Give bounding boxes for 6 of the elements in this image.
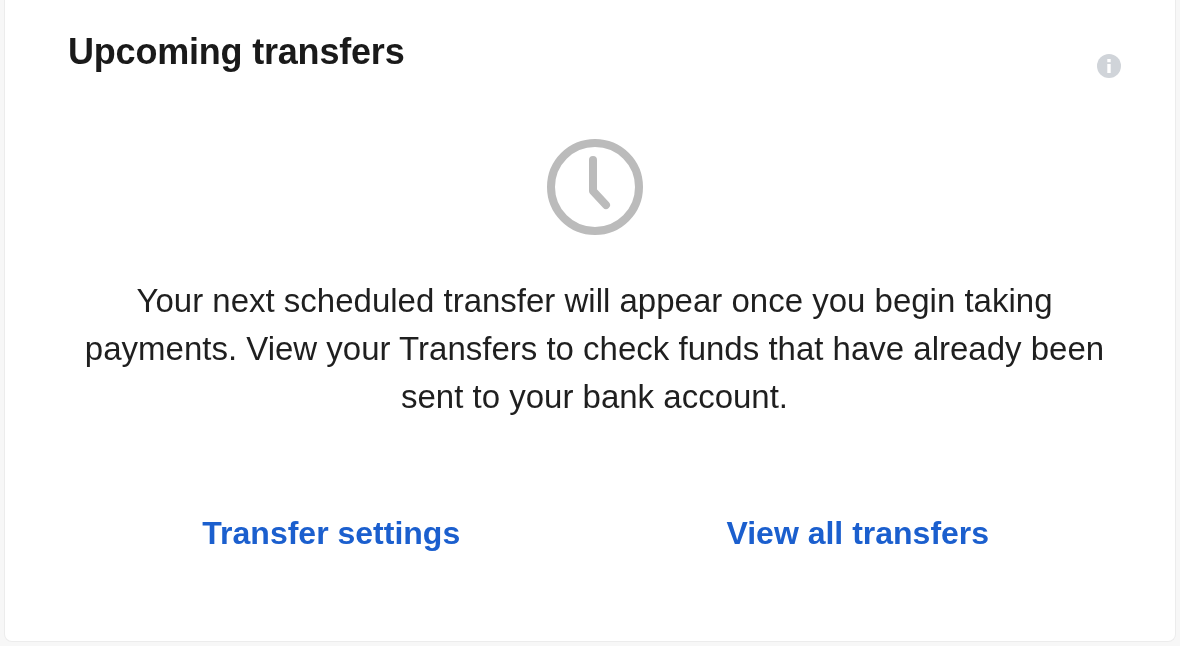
empty-state-message: Your next scheduled transfer will appear once you begin taking payments. View your Transfers to check funds that have already been sent to your bank account. bbox=[83, 281, 1106, 417]
clock-icon bbox=[545, 138, 644, 236]
transfer-link[interactable]: View all transfers bbox=[726, 513, 990, 553]
card-title: Upcoming transfers bbox=[68, 30, 405, 74]
info-icon[interactable] bbox=[1097, 54, 1121, 78]
transfer-link[interactable]: Transfer settings bbox=[202, 513, 461, 553]
